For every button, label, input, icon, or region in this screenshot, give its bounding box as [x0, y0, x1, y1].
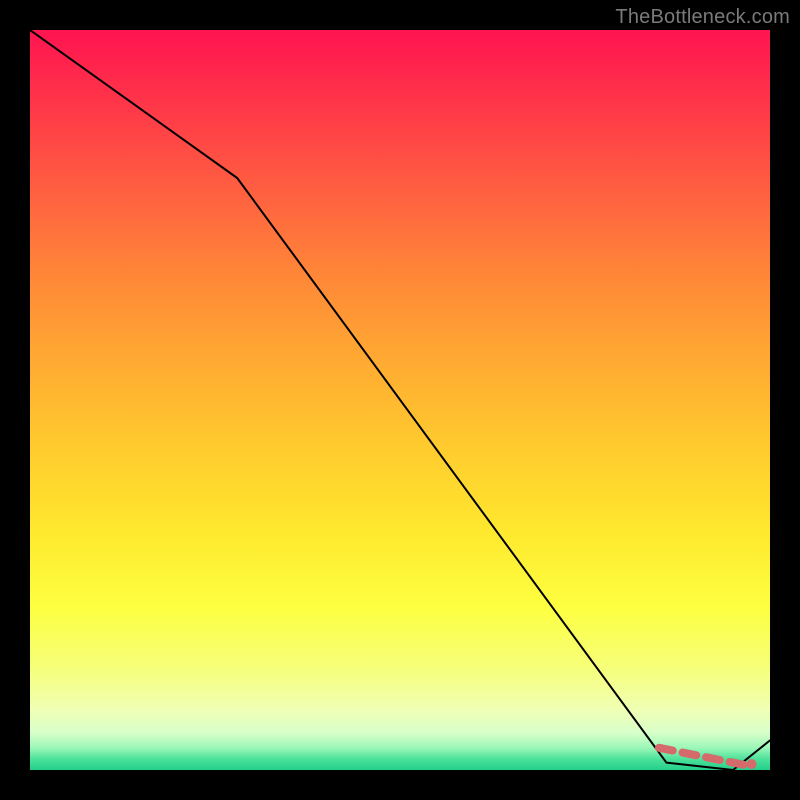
main-curve	[30, 30, 770, 770]
end-marker	[747, 759, 757, 769]
chart-stage: TheBottleneck.com	[0, 0, 800, 800]
chart-overlay-svg	[30, 30, 770, 770]
watermark-text: TheBottleneck.com	[615, 6, 790, 29]
plot-area	[30, 30, 770, 770]
